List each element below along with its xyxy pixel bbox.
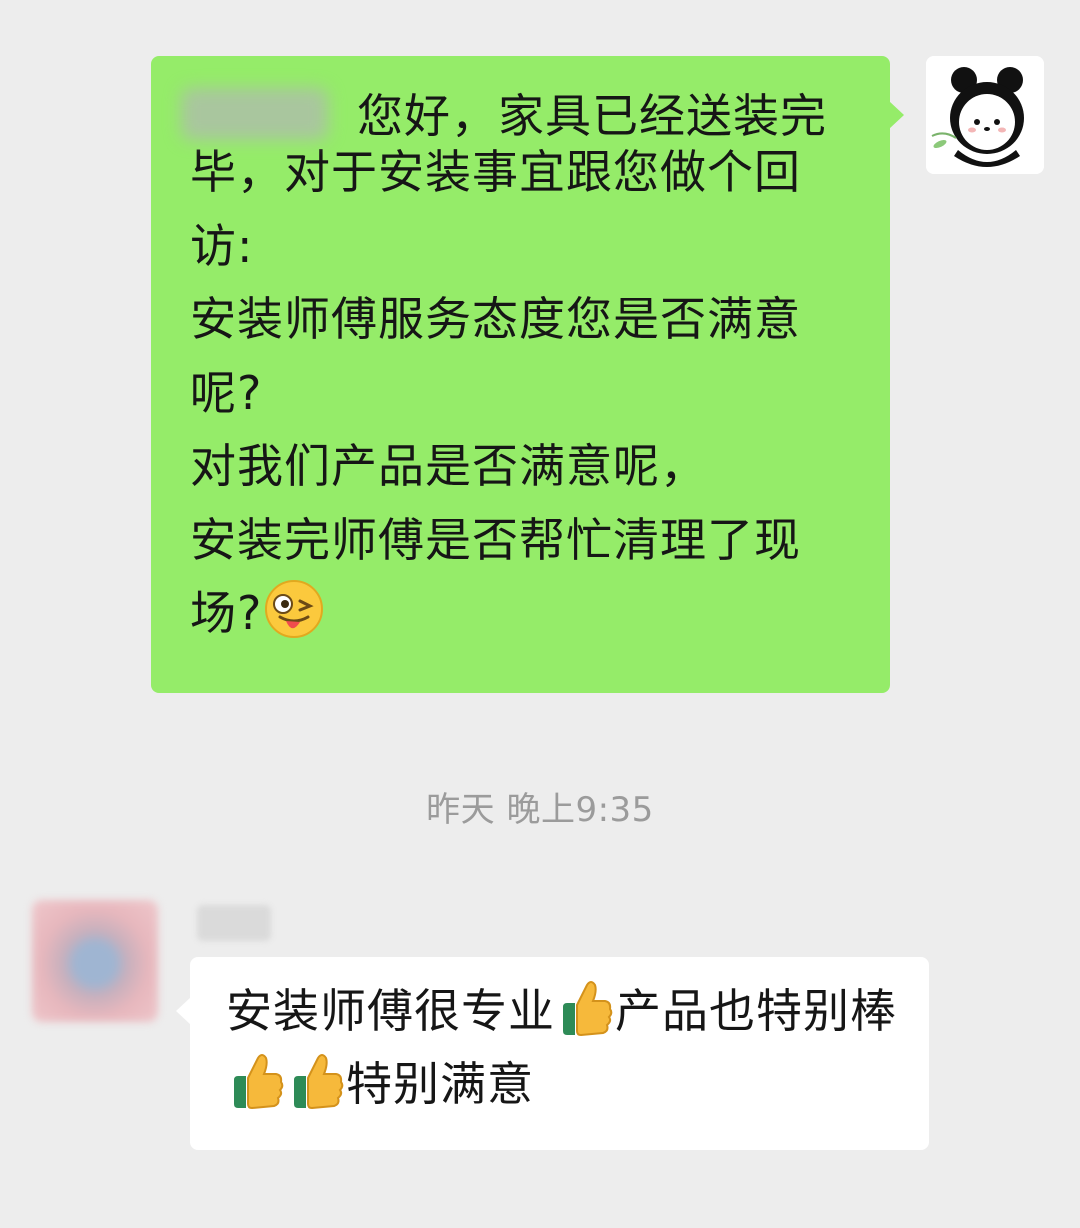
contact-avatar[interactable]	[32, 900, 158, 1022]
own-avatar[interactable]	[926, 56, 1044, 174]
panda-avatar-icon	[926, 56, 1044, 174]
thumbs-up-emoji-icon	[294, 1054, 344, 1110]
thumbs-up-emoji-icon	[563, 981, 613, 1037]
outgoing-message-text: 毕，对于安装事宜跟您做个回访: 安装师傅服务态度您是否满意呢? 对我们产品是否满…	[190, 145, 801, 640]
blurred-sender-name	[197, 905, 271, 941]
thumbs-up-emoji-icon	[234, 1054, 284, 1110]
incoming-message-bubble[interactable]: 安装师傅很专业 产品也特别棒 特别满意	[176, 957, 929, 1150]
incoming-message-text: 安装师傅很专业 产品也特别棒 特别满意	[226, 975, 899, 1121]
blurred-recipient-name	[181, 88, 328, 140]
chat-window: 毕，对于安装事宜跟您做个回访: 安装师傅服务态度您是否满意呢? 对我们产品是否满…	[0, 0, 1080, 1228]
outgoing-first-line: 您好，家具已经送装完	[357, 89, 827, 143]
message-timestamp: 昨天 晚上9:35	[426, 790, 654, 830]
winking-tongue-emoji-icon	[265, 580, 324, 638]
